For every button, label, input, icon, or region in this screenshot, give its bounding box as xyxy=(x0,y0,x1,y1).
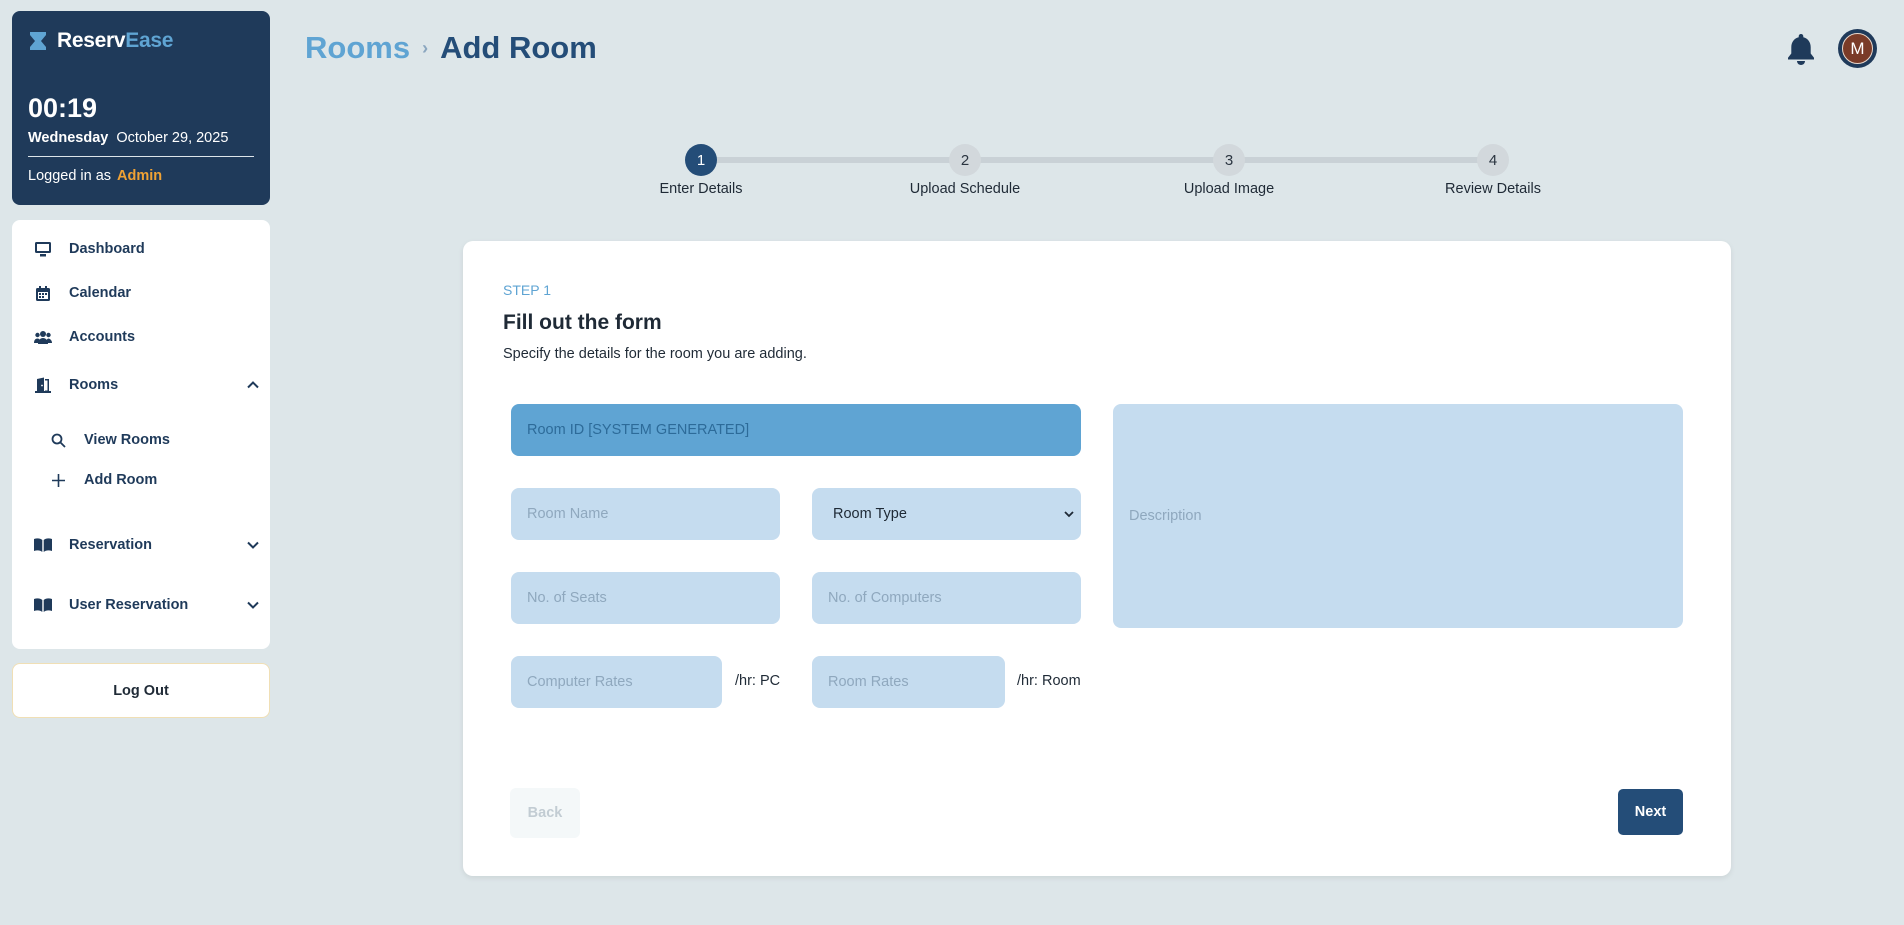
plus-icon xyxy=(50,472,66,488)
stepper-step-2: 2 Upload Schedule xyxy=(895,144,1035,197)
chevron-down-icon xyxy=(1064,511,1074,518)
avatar[interactable]: M xyxy=(1838,29,1877,68)
avatar-initial: M xyxy=(1842,33,1873,64)
hourglass-icon xyxy=(30,32,46,50)
form-title: Fill out the form xyxy=(503,311,662,334)
date-row: Wednesday October 29, 2025 xyxy=(28,130,254,146)
step-number: 4 xyxy=(1477,144,1509,176)
sidebar-item-reservation[interactable]: Reservation xyxy=(34,536,260,554)
logout-button[interactable]: Log Out xyxy=(12,663,270,718)
stepper-track xyxy=(700,157,1493,163)
bell-icon[interactable] xyxy=(1786,32,1816,66)
stepper-step-1: 1 Enter Details xyxy=(631,144,771,197)
sidebar-item-label: Reservation xyxy=(69,537,153,553)
sidebar-item-label: Calendar xyxy=(69,285,132,301)
login-prefix: Logged in as xyxy=(28,168,112,184)
next-button[interactable]: Next xyxy=(1618,789,1683,835)
computer-rates-input[interactable]: Computer Rates xyxy=(511,656,722,708)
brand-card: ReservEase 00:19 Wednesday October 29, 2… xyxy=(12,11,270,205)
brand-name: ReservEase xyxy=(57,29,173,53)
sidebar-item-label: Accounts xyxy=(69,329,136,345)
step-indicator: STEP 1 xyxy=(503,282,551,298)
description-textarea[interactable]: Description xyxy=(1113,404,1683,628)
sidebar-subitem-add-room[interactable]: Add Room xyxy=(50,472,157,488)
chevron-down-icon[interactable] xyxy=(246,598,260,612)
form-description: Specify the details for the room you are… xyxy=(503,346,807,362)
breadcrumb-separator: › xyxy=(422,37,429,58)
door-icon xyxy=(34,376,52,394)
step-label: Review Details xyxy=(1445,181,1541,197)
step-label: Upload Image xyxy=(1183,181,1275,197)
book-icon xyxy=(34,536,52,554)
step-number: 2 xyxy=(949,144,981,176)
add-room-form-card: STEP 1 Fill out the form Specify the det… xyxy=(463,241,1731,876)
room-id-field: Room ID [SYSTEM GENERATED] xyxy=(511,404,1081,456)
search-icon xyxy=(50,432,66,448)
step-number: 3 xyxy=(1213,144,1245,176)
brand-name-part2: Ease xyxy=(125,29,174,52)
sidebar-nav: Dashboard Calendar Accounts Rooms View R… xyxy=(12,220,270,649)
back-button[interactable]: Back xyxy=(510,788,580,838)
room-type-select[interactable]: Room Type xyxy=(812,488,1081,540)
login-status: Logged in as Admin xyxy=(28,168,254,184)
room-name-input[interactable]: Room Name xyxy=(511,488,780,540)
clock-time: 00:19 xyxy=(28,93,98,123)
sidebar-subitem-view-rooms[interactable]: View Rooms xyxy=(50,432,170,448)
divider xyxy=(28,156,254,157)
sidebar-item-label: Rooms xyxy=(69,377,119,393)
breadcrumb-rooms[interactable]: Rooms xyxy=(305,30,410,66)
step-number: 1 xyxy=(685,144,717,176)
breadcrumb: Rooms › Add Room xyxy=(305,30,597,66)
computer-rates-unit: /hr: PC xyxy=(735,673,781,689)
seats-input[interactable]: No. of Seats xyxy=(511,572,780,624)
step-label: Enter Details xyxy=(659,181,743,197)
sidebar-subitem-label: Add Room xyxy=(84,472,158,488)
weekday: Wednesday xyxy=(28,130,109,146)
room-type-value: Room Type xyxy=(833,506,907,522)
monitor-icon xyxy=(34,240,52,258)
stepper-step-3: 3 Upload Image xyxy=(1159,144,1299,197)
sidebar-item-user-reservation[interactable]: User Reservation xyxy=(34,596,260,614)
brand-name-part1: Reserv xyxy=(57,29,126,52)
calendar-icon xyxy=(34,284,52,302)
stepper-step-4: 4 Review Details xyxy=(1423,144,1563,197)
book-icon xyxy=(34,596,52,614)
sidebar-item-dashboard[interactable]: Dashboard xyxy=(34,240,145,258)
sidebar-item-label: User Reservation xyxy=(69,597,189,613)
sidebar-item-rooms[interactable]: Rooms xyxy=(34,376,260,394)
sidebar-item-label: Dashboard xyxy=(69,241,145,257)
brand-logo: ReservEase xyxy=(28,29,254,53)
sidebar-subitem-label: View Rooms xyxy=(84,432,170,448)
login-role: Admin xyxy=(117,168,163,184)
step-label: Upload Schedule xyxy=(909,181,1021,197)
chevron-down-icon[interactable] xyxy=(246,538,260,552)
sidebar-item-accounts[interactable]: Accounts xyxy=(34,328,135,346)
room-rates-input[interactable]: Room Rates xyxy=(812,656,1005,708)
room-rates-unit: /hr: Room xyxy=(1017,673,1081,689)
chevron-up-icon[interactable] xyxy=(246,378,260,392)
page-title: Add Room xyxy=(440,30,597,65)
sidebar-item-calendar[interactable]: Calendar xyxy=(34,284,131,302)
users-icon xyxy=(34,328,52,346)
computers-input[interactable]: No. of Computers xyxy=(812,572,1081,624)
date: October 29, 2025 xyxy=(116,130,229,146)
